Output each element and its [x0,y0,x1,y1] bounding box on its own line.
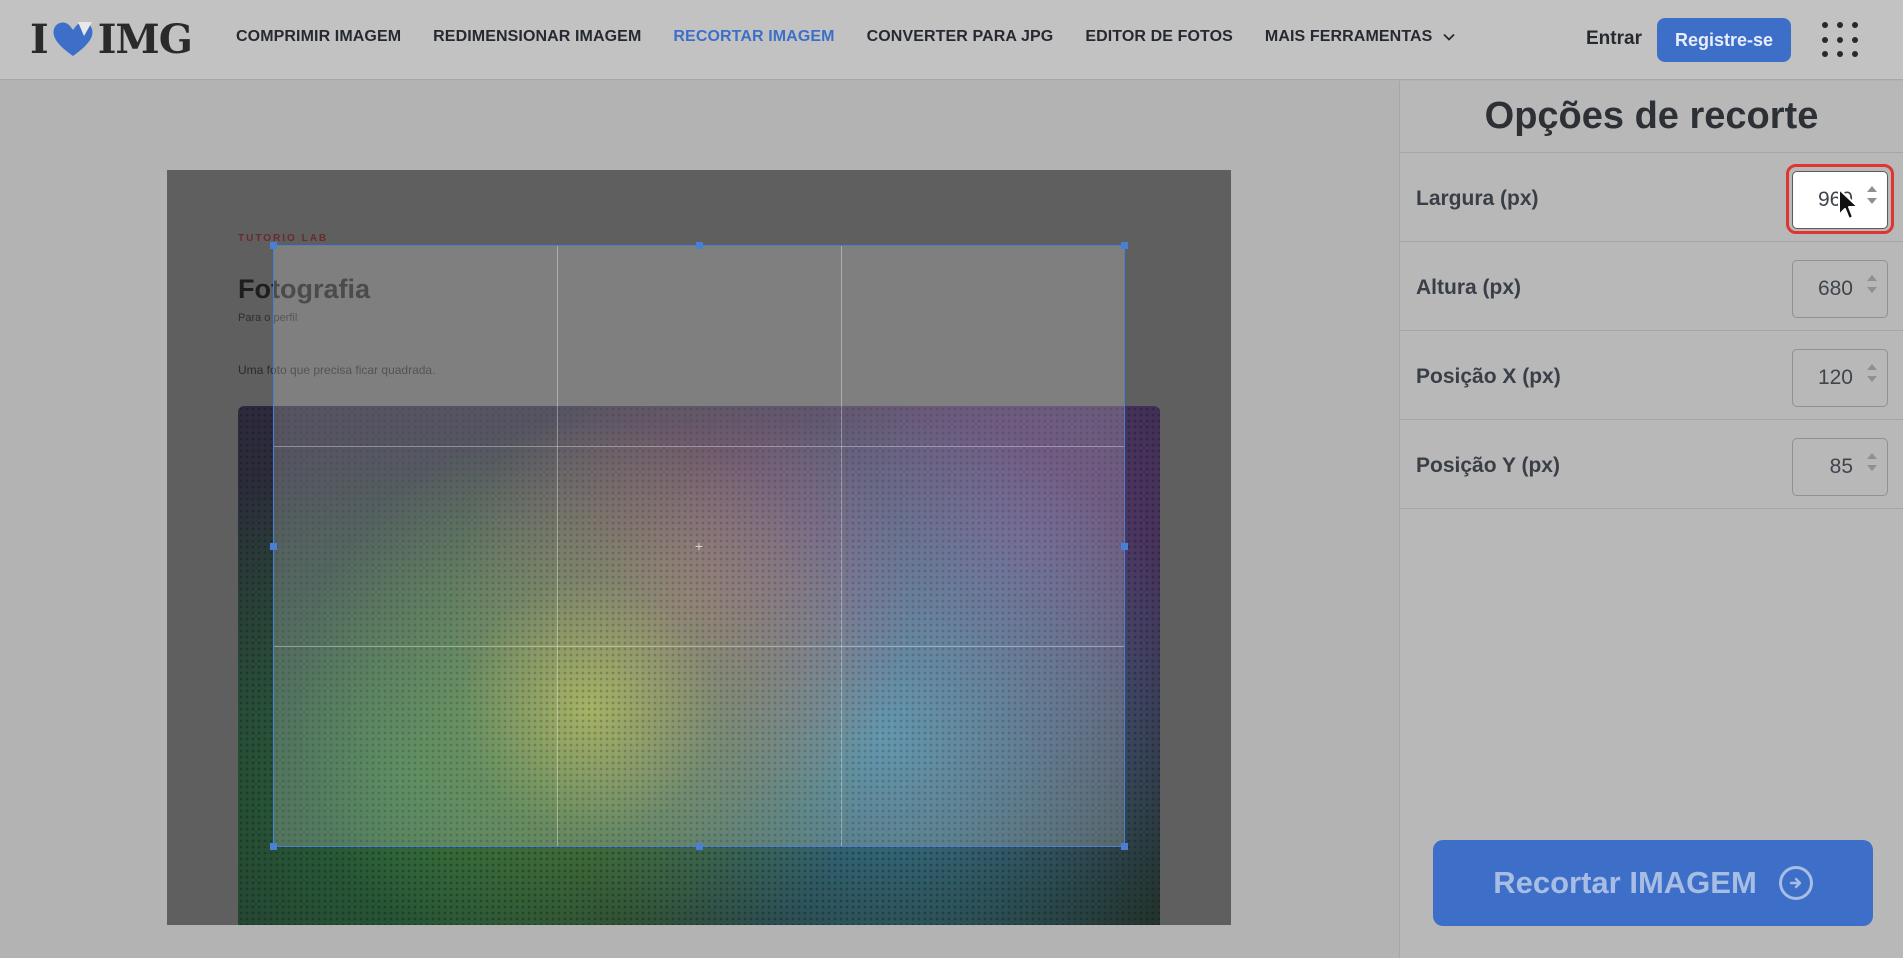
login-link[interactable]: Entrar [1586,28,1642,50]
top-header: I IMG COMPRIMIR IMAGEM REDIMENSIONAR IMA… [0,0,1903,80]
position-y-value: 85 [1829,455,1853,478]
stepper-up-icon[interactable] [1867,186,1877,192]
crop-button-label: Recortar IMAGEM [1493,865,1757,900]
mouse-pointer-icon [1838,188,1859,220]
nav-crop[interactable]: RECORTAR IMAGEM [673,28,834,46]
height-input[interactable]: 680 [1792,260,1888,318]
stepper-up-icon[interactable] [1867,275,1877,281]
nav-more-label: MAIS FERRAMENTAS [1264,28,1433,45]
arrow-right-circle-icon [1778,866,1813,900]
logo[interactable]: I IMG [30,15,193,63]
chevron-down-icon [1443,33,1456,41]
height-label: Altura (px) [1416,276,1521,299]
crop-options-panel: Opções de recorte Largura (px) 960 Altur… [1399,81,1903,958]
position-y-label: Posição Y (px) [1416,454,1560,477]
nav-resize[interactable]: REDIMENSIONAR IMAGEM [433,28,641,46]
crop-gridline [274,445,1124,447]
heart-icon [53,22,93,56]
main-nav: COMPRIMIR IMAGEM REDIMENSIONAR IMAGEM RE… [236,28,1488,46]
crop-handle-top-left[interactable] [270,242,277,249]
nav-compress[interactable]: COMPRIMIR IMAGEM [236,28,401,46]
position-x-row: Posição X (px) 120 [1400,331,1903,420]
panel-title: Opções de recorte [1400,81,1903,153]
width-label: Largura (px) [1416,187,1539,210]
crop-handle-right[interactable] [1121,543,1128,550]
crop-gridline [557,246,559,846]
crop-area[interactable]: + [270,242,1128,850]
position-x-input[interactable]: 120 [1792,349,1888,407]
crop-handle-bottom-right[interactable] [1121,843,1128,850]
crop-handle-left[interactable] [270,543,277,550]
nav-convert-jpg[interactable]: CONVERTER PARA JPG [867,28,1054,46]
crop-gridline [840,246,842,846]
position-x-stepper[interactable] [1867,364,1877,382]
stepper-up-icon[interactable] [1867,364,1877,370]
crop-handle-top-right[interactable] [1121,242,1128,249]
width-row: Largura (px) 960 [1400,153,1903,242]
stepper-down-icon[interactable] [1867,465,1877,471]
stepper-down-icon[interactable] [1867,287,1877,293]
position-x-label: Posição X (px) [1416,365,1561,388]
grid-icon[interactable] [1822,22,1858,58]
stepper-up-icon[interactable] [1867,453,1877,459]
position-y-row: Posição Y (px) 85 [1400,420,1903,509]
nav-photo-editor[interactable]: EDITOR DE FOTOS [1085,28,1233,46]
crosshair-icon: + [694,538,704,554]
crop-handle-bottom-left[interactable] [270,843,277,850]
logo-text-left: I [30,15,49,63]
position-y-input[interactable]: 85 [1792,438,1888,496]
height-stepper[interactable] [1867,275,1877,293]
height-value: 680 [1817,277,1853,300]
crop-gridline [274,645,1124,647]
stepper-down-icon[interactable] [1867,376,1877,382]
stepper-down-icon[interactable] [1867,198,1877,204]
height-row: Altura (px) 680 [1400,242,1903,331]
crop-image-button[interactable]: Recortar IMAGEM [1433,840,1873,926]
preview-tag: TUTORIO LAB [238,233,329,244]
position-x-value: 120 [1817,366,1853,389]
nav-more-tools[interactable]: MAIS FERRAMENTAS [1265,28,1457,46]
width-stepper[interactable] [1867,186,1877,204]
position-y-stepper[interactable] [1867,453,1877,471]
crop-handle-top[interactable] [696,242,703,249]
logo-text-right: IMG [97,15,193,63]
register-button[interactable]: Registre-se [1657,18,1791,62]
crop-handle-bottom[interactable] [696,843,703,850]
